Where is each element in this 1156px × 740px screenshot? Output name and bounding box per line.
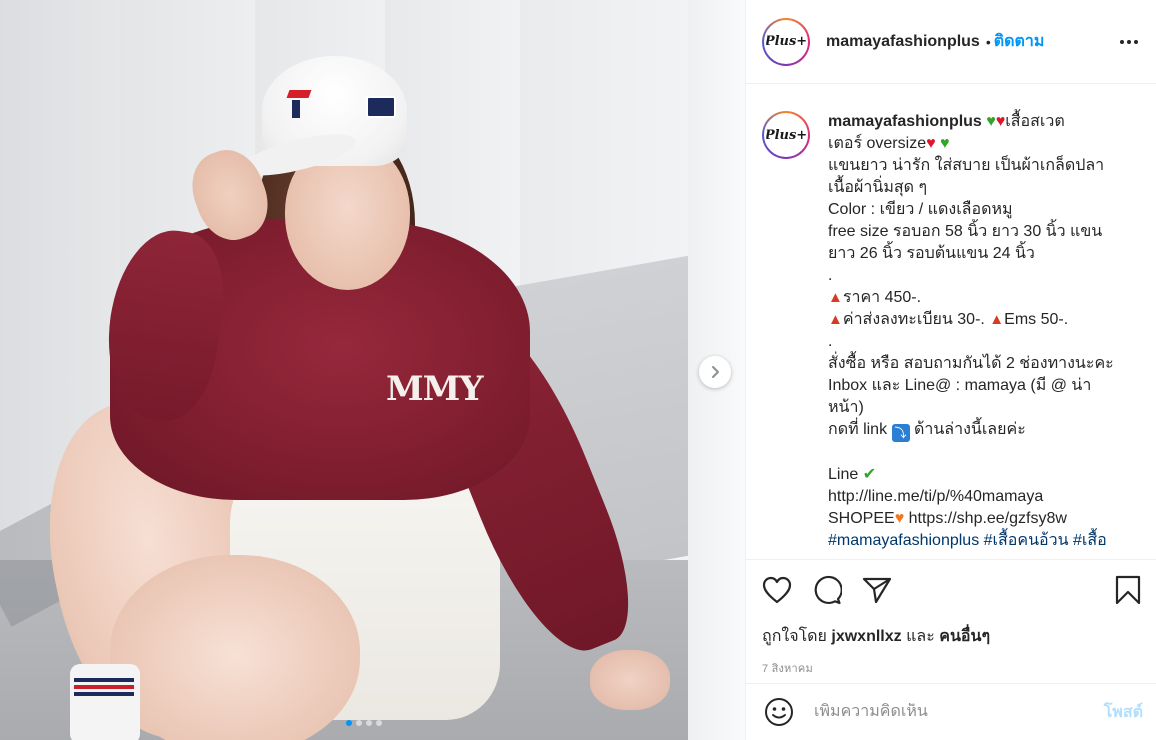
carousel-indicator bbox=[346, 720, 382, 726]
avatar-logo-text: Plus+ bbox=[764, 34, 808, 49]
caption-text: หน้า) bbox=[828, 399, 864, 416]
like-button[interactable] bbox=[762, 570, 802, 610]
caption-text: แขนยาว น่ารัก ใส่สบาย เป็นผ้าเกล็ดปลา bbox=[828, 157, 1105, 174]
caption-text: กดที่ link bbox=[828, 421, 888, 438]
emoji-icon[interactable] bbox=[764, 697, 794, 727]
chevron-right-icon bbox=[712, 366, 719, 378]
model-sock bbox=[70, 664, 140, 740]
post-comment-button[interactable]: โพสต์ bbox=[1104, 700, 1143, 725]
comment-bar: โพสต์ bbox=[746, 683, 1156, 740]
model-leg bbox=[110, 555, 360, 740]
line-link[interactable]: http://line.me/ti/p/%40mamaya bbox=[828, 486, 1138, 508]
sweater-print: MMY bbox=[386, 369, 484, 409]
post-caption: mamayafashionplus ♥♥เสื้อสเวต เตอร์ over… bbox=[828, 111, 1138, 559]
carousel-dot bbox=[366, 720, 372, 726]
caption-area[interactable]: Plus+ mamayafashionplus ♥♥เสื้อสเวต เตอร… bbox=[746, 85, 1156, 559]
likes-others-link[interactable]: คนอื่นๆ bbox=[939, 628, 990, 645]
bookmark-icon bbox=[1115, 575, 1141, 605]
red-heart-icon: ♥ bbox=[995, 113, 1006, 130]
green-heart-icon: ♥ bbox=[986, 113, 996, 130]
liker-username[interactable]: jxwxnllxz bbox=[831, 628, 901, 645]
hashtag-link[interactable]: #mamayafashionplus bbox=[828, 532, 979, 549]
profile-avatar[interactable]: Plus+ bbox=[762, 17, 810, 66]
triangle-icon: ▲ bbox=[828, 311, 843, 328]
caption-text: เนื้อผ้านิ่มสุด ๆ bbox=[828, 179, 928, 196]
heart-icon bbox=[762, 576, 792, 604]
cap-logo bbox=[286, 90, 322, 120]
send-icon bbox=[862, 577, 892, 604]
check-icon: ✔ bbox=[862, 466, 877, 483]
post-sidebar: Plus+ mamayafashionplus • ติดตาม Plus+ m… bbox=[745, 0, 1156, 740]
caption-text: Line bbox=[828, 466, 859, 483]
red-heart-icon: ♥ bbox=[926, 135, 936, 152]
caption-text: . bbox=[828, 267, 833, 284]
caption-text: . bbox=[828, 333, 833, 350]
profile-username[interactable]: mamayafashionplus bbox=[826, 33, 980, 51]
save-button[interactable] bbox=[1101, 570, 1141, 610]
post-date[interactable]: 7 สิงหาคม bbox=[762, 659, 1141, 677]
post-actions: ถูกใจโดย jxwxnllxz และ คนอื่นๆ 7 สิงหาคม bbox=[746, 559, 1156, 677]
caption-text: ยาว 26 นิ้ว รอบต้นแขน 24 นิ้ว bbox=[828, 245, 1035, 262]
caption-text: free size รอบอก 58 นิ้ว ยาว 30 นิ้ว แขน bbox=[828, 223, 1103, 240]
carousel-dot bbox=[356, 720, 362, 726]
likes-summary: ถูกใจโดย jxwxnllxz และ คนอื่นๆ bbox=[762, 624, 1141, 649]
caption-text: เสื้อสเวต bbox=[1005, 113, 1065, 130]
triangle-icon: ▲ bbox=[989, 311, 1005, 328]
cap-badge bbox=[366, 96, 396, 118]
caption-text: สั่งซื้อ หรือ สอบถามกันได้ 2 ช่องทางนะคะ bbox=[828, 355, 1114, 372]
caption-text: เตอร์ oversize bbox=[828, 135, 927, 152]
model-hand bbox=[590, 650, 670, 710]
comment-button[interactable] bbox=[812, 570, 852, 610]
caption-username[interactable]: mamayafashionplus bbox=[828, 113, 982, 130]
caption-text: Inbox และ Line@ : mamaya (มี @ น่า bbox=[828, 377, 1092, 394]
share-button[interactable] bbox=[862, 570, 902, 610]
down-arrow-icon: ⤵ bbox=[891, 424, 910, 442]
likes-prefix: ถูกใจโดย bbox=[762, 628, 827, 645]
separator-dot: • bbox=[985, 33, 991, 50]
caption-text: ด้านล่างนี้เลยค่ะ bbox=[913, 421, 1026, 438]
comment-input[interactable] bbox=[814, 703, 1074, 721]
follow-button[interactable]: ติดตาม bbox=[994, 29, 1045, 54]
carousel-dot bbox=[376, 720, 382, 726]
carousel-next-button[interactable] bbox=[699, 356, 731, 388]
post-header: Plus+ mamayafashionplus • ติดตาม bbox=[746, 0, 1156, 84]
shipping-text: ค่าส่งลงทะเบียน 30-. bbox=[842, 311, 985, 328]
orange-heart-icon: ♥ bbox=[894, 510, 905, 527]
likes-and: และ bbox=[906, 628, 935, 645]
more-options-icon[interactable] bbox=[1116, 34, 1142, 50]
comment-icon bbox=[814, 575, 842, 605]
avatar-logo-text: Plus+ bbox=[764, 127, 808, 143]
post-photo[interactable]: MMY bbox=[0, 0, 745, 740]
caption-avatar[interactable]: Plus+ bbox=[762, 111, 810, 159]
price-text: ราคา 450-. bbox=[842, 289, 922, 306]
shopee-link[interactable]: https://shp.ee/gzfsy8w bbox=[909, 510, 1067, 527]
carousel-dot bbox=[346, 720, 352, 726]
ems-text: Ems 50-. bbox=[1004, 311, 1069, 328]
caption-text: Color : เขียว / แดงเลือดหมู bbox=[828, 201, 1013, 218]
caption-text: SHOPEE bbox=[828, 510, 895, 527]
triangle-icon: ▲ bbox=[828, 289, 843, 306]
hashtag-link[interactable]: #เสื้อคนอ้วน bbox=[984, 532, 1069, 549]
green-heart-icon: ♥ bbox=[940, 135, 950, 152]
hashtag-link[interactable]: #เสื้อ bbox=[1073, 532, 1107, 549]
